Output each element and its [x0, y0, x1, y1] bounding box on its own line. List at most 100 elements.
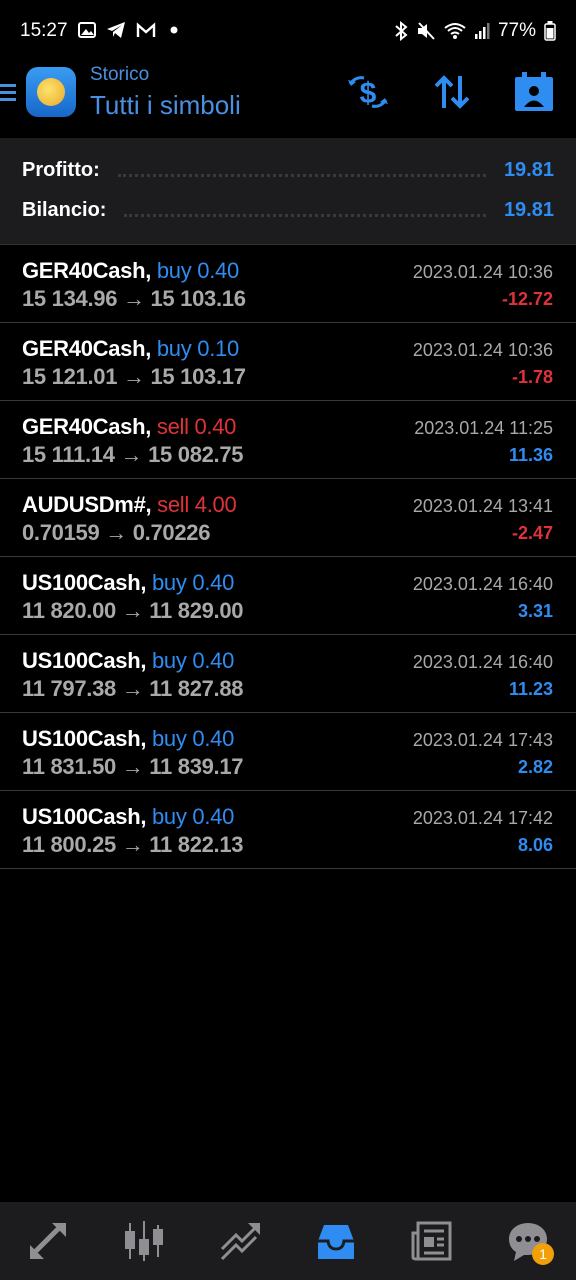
nav-chat[interactable]: 1 — [498, 1211, 558, 1271]
trade-volume: 4.00 — [194, 492, 237, 517]
trade-volume: 0.40 — [197, 258, 239, 283]
trade-list: GER40Cash, buy 0.40 15 134.96 → 15 103.16… — [0, 245, 576, 869]
trade-side: buy 0.40 — [152, 648, 234, 673]
trade-row[interactable]: GER40Cash, sell 0.40 15 111.14 → 15 082.7… — [0, 401, 576, 479]
balance-value: 19.81 — [503, 198, 554, 221]
trade-date: 2023.01.24 13:41 — [412, 496, 553, 516]
account-summary: Profitto: 19.81 Bilancio: 19.81 — [0, 138, 576, 245]
status-bar: 15:27 77% — [0, 0, 576, 62]
trade-direction: buy — [152, 570, 187, 595]
trade-prices: 11 831.50 → 11 839.17 — [22, 754, 244, 779]
trade-volume: 0.40 — [192, 570, 235, 595]
bottom-nav: 1 — [0, 1202, 576, 1280]
history-icon — [318, 1225, 354, 1259]
trade-volume: 0.10 — [197, 336, 239, 361]
signal-icon — [474, 23, 490, 39]
trade-symbol-line: GER40Cash, sell 0.40 — [22, 414, 236, 440]
gmail-icon — [136, 22, 156, 37]
trade-direction: buy — [156, 336, 192, 361]
trade-prices: 11 820.00 → 11 829.00 — [22, 598, 244, 623]
trade-prices: 15 121.01 → 15 103.17 — [22, 364, 246, 389]
currency-swap-icon[interactable]: $ — [346, 70, 390, 114]
trade-symbol: US100Cash, — [22, 726, 147, 751]
trade-symbol: GER40Cash, — [22, 336, 152, 361]
trade-symbol-line: US100Cash, buy 0.40 — [22, 804, 234, 830]
profit-value: 19.81 — [503, 158, 554, 181]
trade-date: 2023.01.24 16:40 — [412, 652, 553, 672]
trade-prices: 11 797.38 → 11 827.88 — [22, 676, 244, 701]
trade-symbol: US100Cash, — [22, 570, 147, 595]
trade-direction: buy — [152, 726, 187, 751]
profit-row: Profitto: 19.81 — [22, 155, 554, 185]
trade-symbol-line: US100Cash, buy 0.40 — [22, 648, 234, 674]
calendar-icon[interactable] — [512, 70, 556, 114]
trade-date: 2023.01.24 10:36 — [412, 340, 553, 360]
trade-row[interactable]: US100Cash, buy 0.40 11 820.00 → 11 829.00… — [0, 557, 576, 635]
trade-profit: 2.82 — [517, 757, 553, 777]
trade-direction: buy — [152, 648, 187, 673]
trade-symbol: AUDUSDm#, — [22, 492, 152, 517]
battery-icon — [544, 21, 556, 41]
trade-profit: -12.72 — [501, 289, 553, 309]
trade-symbol-line: US100Cash, buy 0.40 — [22, 726, 234, 752]
trade-side: buy 0.10 — [157, 336, 239, 361]
trade-symbol-line: US100Cash, buy 0.40 — [22, 570, 234, 596]
trade-symbol-line: GER40Cash, buy 0.10 — [22, 336, 239, 362]
trade-date: 2023.01.24 17:42 — [412, 808, 553, 828]
trade-side: buy 0.40 — [152, 804, 234, 829]
trade-side: sell 4.00 — [157, 492, 237, 517]
trade-row[interactable]: GER40Cash, buy 0.40 15 134.96 → 15 103.16… — [0, 245, 576, 323]
trade-row[interactable]: AUDUSDm#, sell 4.00 0.70159 → 0.70226 2023… — [0, 479, 576, 557]
sort-icon[interactable] — [430, 70, 474, 114]
trade-profit: 11.23 — [508, 679, 553, 699]
trade-symbol: US100Cash, — [22, 804, 147, 829]
trade-volume: 0.40 — [192, 726, 235, 751]
wifi-icon — [444, 23, 466, 39]
nav-chart[interactable] — [114, 1211, 174, 1271]
trade-prices: 11 800.25 → 11 822.13 — [22, 832, 244, 857]
trade-symbol: GER40Cash, — [22, 258, 152, 283]
trade-date: 2023.01.24 11:25 — [414, 418, 553, 438]
trade-direction: buy — [156, 258, 192, 283]
trade-row[interactable]: GER40Cash, buy 0.10 15 121.01 → 15 103.17… — [0, 323, 576, 401]
trade-prices: 15 134.96 → 15 103.16 — [22, 286, 246, 311]
trade-row[interactable]: US100Cash, buy 0.40 11 831.50 → 11 839.17… — [0, 713, 576, 791]
leader-dots — [117, 164, 486, 177]
trade-volume: 0.40 — [192, 804, 235, 829]
trade-symbol: US100Cash, — [22, 648, 147, 673]
header-subtitle: Storico — [90, 64, 150, 85]
metatrader-logo — [26, 67, 76, 117]
trade-row[interactable]: US100Cash, buy 0.40 11 800.25 → 11 822.13… — [0, 791, 576, 869]
trade-date: 2023.01.24 10:36 — [412, 262, 553, 282]
trade-side: buy 0.40 — [152, 570, 234, 595]
trade-symbol-line: GER40Cash, buy 0.40 — [22, 258, 239, 284]
leader-dots — [124, 204, 486, 217]
trade-date: 2023.01.24 16:40 — [412, 574, 553, 594]
bluetooth-icon — [395, 21, 408, 41]
trade-symbol-line: AUDUSDm#, sell 4.00 — [22, 492, 237, 518]
profit-label: Profitto: — [22, 158, 100, 181]
trade-profit: 8.06 — [517, 835, 553, 855]
trade-row[interactable]: US100Cash, buy 0.40 11 797.38 → 11 827.88… — [0, 635, 576, 713]
trade-profit: -2.47 — [511, 523, 553, 543]
trade-side: sell 0.40 — [157, 414, 237, 439]
nav-trade[interactable] — [210, 1211, 270, 1271]
menu-icon[interactable] — [0, 80, 16, 104]
battery-percent: 77% — [497, 20, 536, 41]
chat-badge: 1 — [532, 1243, 554, 1265]
trade-volume: 0.40 — [192, 648, 235, 673]
nav-history[interactable] — [306, 1211, 366, 1271]
balance-label: Bilancio: — [22, 198, 107, 221]
dot-icon — [170, 26, 178, 34]
chart-icon — [125, 1221, 163, 1261]
trade-profit: -1.78 — [511, 367, 553, 387]
app-bar: Storico Tutti i simboli $ — [0, 62, 576, 138]
nav-news[interactable] — [402, 1211, 462, 1271]
news-icon — [411, 1221, 452, 1261]
trade-symbol: GER40Cash, — [22, 414, 152, 439]
trade-side: buy 0.40 — [157, 258, 239, 283]
nav-quotes[interactable] — [18, 1211, 78, 1271]
header-title[interactable]: Tutti i simboli — [90, 90, 241, 121]
trade-date: 2023.01.24 17:43 — [412, 730, 553, 750]
trade-volume: 0.40 — [194, 414, 237, 439]
